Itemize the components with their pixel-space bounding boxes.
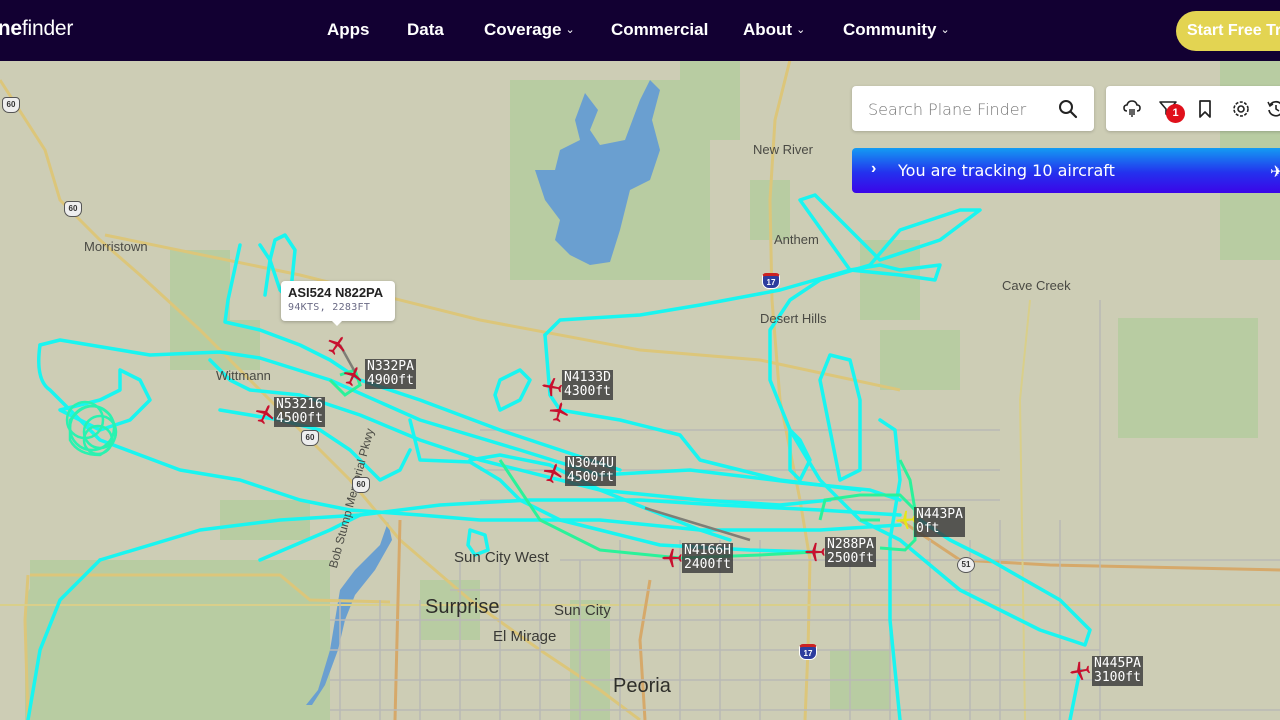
aircraft-callsign: N445PA (1094, 656, 1141, 671)
search-box (852, 86, 1094, 131)
tracking-banner[interactable]: › You are tracking 10 aircraft ✈ (852, 148, 1280, 193)
place-sun-city-west: Sun City West (454, 549, 549, 566)
place-anthem: Anthem (774, 232, 819, 247)
place-el-mirage: El Mirage (493, 628, 557, 645)
aircraft-icon-n4133d[interactable] (539, 374, 564, 399)
history-icon[interactable] (1266, 99, 1280, 119)
aircraft-label-n445pa[interactable]: N445PA 3100ft (1092, 656, 1143, 686)
aircraft-callsign: N3044U (567, 456, 614, 471)
nav-community[interactable]: Community ⌄ (843, 20, 950, 40)
aircraft-callsign: N4133D (564, 370, 611, 385)
aircraft-altitude: 2500ft (827, 551, 874, 566)
search-input[interactable] (868, 97, 1048, 121)
place-surprise: Surprise (425, 596, 500, 618)
us60-shield: 60 (2, 97, 20, 113)
top-navbar: planefinder Apps Data Coverage⌄ Commerci… (0, 0, 1280, 61)
search-icon[interactable] (1058, 99, 1078, 119)
aircraft-callsign: N4166H (684, 543, 731, 558)
nav-commercial-label: Commercial (611, 20, 709, 39)
planefinder-logo[interactable]: planefinder (0, 17, 73, 41)
aircraft-callsign: N332PA (367, 359, 414, 374)
nav-commercial[interactable]: Commercial (611, 20, 708, 40)
start-free-trial-button[interactable]: Start Free Trial (1176, 11, 1280, 51)
popup-title: ASI524 N822PA (288, 285, 384, 300)
aircraft-label-n332pa[interactable]: N332PA 4900ft (365, 359, 416, 389)
az51-shield: 51 (957, 557, 975, 573)
logo-bold: ne (0, 17, 22, 40)
nav-apps-label: Apps (327, 20, 370, 39)
aircraft-icon-n4166h[interactable] (661, 547, 683, 569)
aircraft-altitude: 4900ft (367, 373, 414, 388)
place-desert-hills: Desert Hills (760, 311, 827, 326)
chevron-right-icon: › (871, 160, 877, 177)
aircraft-label-n3044u[interactable]: N3044U 4500ft (565, 456, 616, 486)
weather-icon[interactable] (1122, 99, 1142, 119)
us60-shield: 60 (64, 201, 82, 217)
map-toolbar (1106, 86, 1280, 131)
filter-count-badge: 1 (1166, 104, 1185, 123)
place-peoria: Peoria (613, 675, 671, 697)
aircraft-label-n53216[interactable]: N53216 4500ft (274, 397, 325, 427)
chevron-down-icon: ⌄ (565, 24, 575, 36)
aircraft-altitude: 4300ft (564, 384, 611, 399)
place-cave-creek: Cave Creek (1002, 278, 1071, 293)
aircraft-altitude: 0ft (916, 521, 940, 536)
aircraft-callsign: N53216 (276, 397, 323, 412)
chevron-down-icon: ⌄ (796, 24, 806, 36)
nav-data-label: Data (407, 20, 444, 39)
us60-shield: 60 (352, 477, 370, 493)
aircraft-altitude: 4500ft (567, 470, 614, 485)
nav-apps[interactable]: Apps (327, 20, 370, 40)
nav-community-label: Community (843, 20, 937, 39)
nav-data[interactable]: Data (407, 20, 444, 40)
i17-shield: 17 (762, 273, 780, 289)
place-wittmann: Wittmann (216, 368, 271, 383)
aircraft-label-n288pa[interactable]: N288PA 2500ft (825, 537, 876, 567)
bookmark-icon[interactable] (1195, 99, 1215, 119)
selected-aircraft-popup[interactable]: ASI524 N822PA 94KTS, 2283FT (281, 281, 395, 326)
tracking-text: You are tracking 10 aircraft (898, 161, 1115, 180)
popup-detail: 94KTS, 2283FT (288, 302, 371, 313)
aircraft-icon-n288pa[interactable] (804, 541, 826, 563)
nav-coverage-label: Coverage (484, 20, 562, 39)
aircraft-icon-n445pa[interactable] (1067, 658, 1092, 683)
aircraft-label-n443pa[interactable]: N443PA 0ft (914, 507, 965, 537)
settings-icon[interactable] (1231, 99, 1251, 119)
nav-about-label: About (743, 20, 793, 39)
place-sun-city: Sun City (554, 602, 611, 619)
aircraft-altitude: 2400ft (684, 557, 731, 572)
aircraft-label-n4133d[interactable]: N4133D 4300ft (562, 370, 613, 400)
aircraft-callsign: N288PA (827, 537, 874, 552)
aircraft-altitude: 3100ft (1094, 670, 1141, 685)
aircraft-altitude: 4500ft (276, 411, 323, 426)
nav-about[interactable]: About ⌄ (743, 20, 805, 40)
plane-icon: ✈ (1270, 164, 1280, 181)
aircraft-label-n4166h[interactable]: N4166H 2400ft (682, 543, 733, 573)
aircraft-callsign: N443PA (916, 507, 963, 522)
chevron-down-icon: ⌄ (940, 24, 950, 36)
nav-coverage[interactable]: Coverage ⌄ (484, 20, 575, 40)
logo-light: finder (21, 17, 74, 40)
place-new-river: New River (753, 142, 813, 157)
us60-shield: 60 (301, 430, 319, 446)
i17-shield: 17 (799, 644, 817, 660)
place-morristown: Morristown (84, 239, 148, 254)
